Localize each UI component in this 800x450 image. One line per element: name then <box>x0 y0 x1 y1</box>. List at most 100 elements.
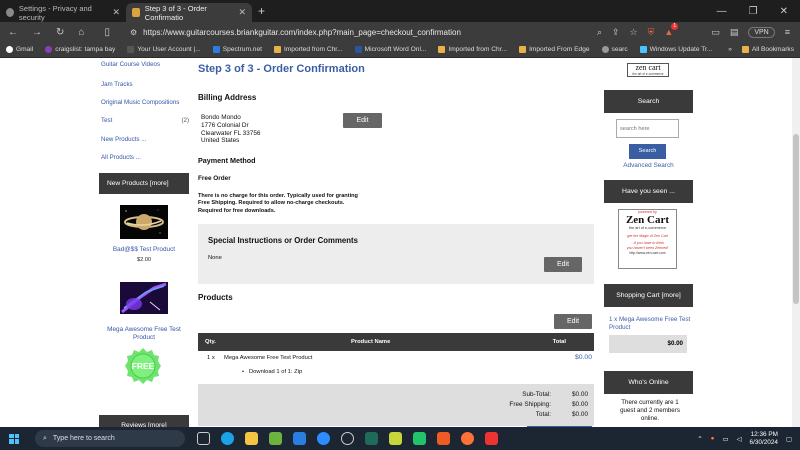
zoom-icon[interactable]: ⌕ <box>597 27 602 38</box>
close-icon[interactable]: ✕ <box>238 7 246 18</box>
zoom-icon[interactable] <box>317 432 330 445</box>
bookmark-search[interactable]: searc <box>596 46 634 53</box>
col-qty: Qty. <box>205 339 216 345</box>
category-link[interactable]: Jam Tracks <box>101 81 133 88</box>
start-button[interactable] <box>9 433 19 444</box>
web-page: Guitar Course Videos Jam Tracks Original… <box>0 58 800 427</box>
edge-icon[interactable] <box>221 432 234 445</box>
firefox-icon[interactable] <box>461 432 474 445</box>
bookmark-folder[interactable]: Imported From Edge <box>513 46 595 53</box>
spectrum-icon <box>212 46 220 53</box>
bookmarks-overflow-button[interactable]: » <box>728 46 732 53</box>
cart-item-link[interactable]: 1 x Mega Awesome Free Test Product <box>609 316 691 332</box>
edit-comments-button[interactable]: Edit <box>544 257 582 272</box>
url-text[interactable]: https://www.guitarcourses.briankguitar.c… <box>143 28 461 37</box>
back-icon[interactable]: ← <box>8 27 18 38</box>
close-icon[interactable]: ✕ <box>112 7 120 18</box>
network-icon[interactable]: ▭ <box>723 435 729 443</box>
url-field[interactable]: ⚙ https://www.guitarcourses.briankguitar… <box>130 28 590 37</box>
scrollbar-thumb[interactable] <box>793 134 799 304</box>
shipping-label: Free Shipping: <box>509 401 551 408</box>
new-tab-button[interactable]: + <box>258 4 265 18</box>
bookmark-user-account[interactable]: Your User Account |... <box>121 46 206 53</box>
product-name-link[interactable]: Mega Awesome Free Test Product <box>99 326 189 342</box>
vpn-button[interactable]: VPN <box>748 26 775 38</box>
sidebar-toggle-icon[interactable]: ▭ <box>711 27 720 38</box>
promo-brand: Zen Cart <box>625 214 670 226</box>
bookmark-craigslist[interactable]: craigslist: tampa bay <box>39 46 121 53</box>
settings-icon[interactable] <box>341 432 354 445</box>
clock[interactable]: 12:36 PM 6/30/2024 <box>750 431 778 447</box>
category-link[interactable]: Original Music Compositions <box>101 99 179 106</box>
star-icon[interactable]: ☆ <box>630 27 638 38</box>
reviews-header[interactable]: Reviews [more] <box>99 415 189 427</box>
home-icon[interactable]: ⌂ <box>78 27 84 38</box>
tab-order-confirmation[interactable]: Step 3 of 3 - Order Confirmatio ✕ <box>126 3 252 22</box>
clock-date: 6/30/2024 <box>749 438 778 446</box>
media-player-icon[interactable] <box>365 432 378 445</box>
share-icon[interactable]: ⇪ <box>612 27 620 38</box>
category-link[interactable]: All Products ... <box>101 154 141 161</box>
bookmark-folder[interactable]: Imported from Chr... <box>432 46 513 53</box>
brave-icon[interactable] <box>437 432 450 445</box>
category-link[interactable]: Test <box>101 117 112 124</box>
bookmark-windows-update[interactable]: Windows Update Tr... <box>634 46 719 53</box>
zen-cart-promo-banner[interactable]: powered by Zen Cart the art of e-commerc… <box>618 209 677 269</box>
product-card[interactable]: Mega Awesome Free Test Product <box>99 282 189 342</box>
app-icon[interactable] <box>485 432 498 445</box>
tab-title: Step 3 of 3 - Order Confirmatio <box>144 3 207 22</box>
line-alt-icon[interactable] <box>413 432 426 445</box>
mail-icon[interactable] <box>293 432 306 445</box>
new-products-header[interactable]: New Products [more] <box>99 173 189 194</box>
payment-heading: Payment Method <box>198 156 256 165</box>
category-link[interactable]: Guitar Course Videos <box>101 61 160 68</box>
notifications-icon[interactable]: ▢ <box>786 435 792 443</box>
file-explorer-icon[interactable] <box>245 432 258 445</box>
shopping-cart-header[interactable]: Shopping Cart [more] <box>604 284 693 307</box>
have-you-seen-header: Have you seen ... <box>604 180 693 203</box>
minimize-icon[interactable]: — <box>717 6 727 17</box>
col-product-name: Product Name <box>351 339 391 345</box>
bookmark-word[interactable]: Microsoft Word Onl... <box>349 46 433 53</box>
search-box-header: Search <box>604 90 693 113</box>
bookmark-gmail[interactable]: Gmail <box>0 46 39 53</box>
order-totals: Sub-Total: $0.00 Free Shipping: $0.00 To… <box>198 384 594 426</box>
tray-chevron-icon[interactable]: ⌃ <box>697 435 702 443</box>
tab-settings[interactable]: Settings - Privacy and security ✕ <box>0 3 126 22</box>
task-view-icon[interactable] <box>197 432 210 445</box>
maximize-icon[interactable]: ❐ <box>749 6 758 17</box>
guitar-product-image[interactable] <box>120 282 168 314</box>
close-window-icon[interactable]: ✕ <box>780 6 788 17</box>
zen-cart-logo[interactable]: zen cart the art of e-commerce <box>627 63 669 77</box>
sidebar-search-button[interactable]: Search <box>629 144 666 159</box>
promo-line: get the Magic of Zen Cart <box>627 234 668 238</box>
forward-icon[interactable]: → <box>32 27 42 38</box>
advanced-search-link[interactable]: Advanced Search <box>604 162 693 169</box>
special-instructions-box: Special Instructions or Order Comments N… <box>198 224 594 284</box>
bookmark-label: searc <box>611 46 628 53</box>
bookmark-icon[interactable]: ▯ <box>104 27 110 38</box>
tray-app-icon[interactable]: ● <box>711 435 715 442</box>
page-scrollbar[interactable] <box>792 58 800 427</box>
edit-products-button[interactable]: Edit <box>554 314 592 329</box>
sidebar-search-input[interactable] <box>616 119 679 138</box>
notification-icon[interactable]: ▲ 1 <box>664 23 679 37</box>
shield-icon[interactable]: ⛨ <box>648 27 655 38</box>
taskbar-search[interactable]: ⌕ Type here to search <box>35 430 185 447</box>
site-info-icon[interactable]: ⚙ <box>130 28 137 37</box>
store-icon[interactable] <box>269 432 282 445</box>
bookmark-spectrum[interactable]: Spectrum.net <box>207 46 268 53</box>
menu-icon[interactable]: ≡ <box>785 27 790 37</box>
line-icon[interactable] <box>389 432 402 445</box>
volume-icon[interactable]: ◁ <box>737 435 742 443</box>
category-link[interactable]: New Products ... <box>101 136 146 143</box>
bookmark-folder[interactable]: Imported from Chr... <box>268 46 349 53</box>
saturn-product-image[interactable] <box>120 205 168 239</box>
product-name-link[interactable]: Bad@$$ Test Product <box>99 246 189 253</box>
all-bookmarks-button[interactable]: All Bookmarks <box>741 46 794 53</box>
edit-billing-button[interactable]: Edit <box>343 113 382 128</box>
wallet-icon[interactable]: ▤ <box>730 27 739 38</box>
product-card[interactable]: Bad@$$ Test Product $2.00 <box>99 205 189 263</box>
folder-icon <box>438 46 446 53</box>
reload-icon[interactable]: ↻ <box>56 27 64 38</box>
